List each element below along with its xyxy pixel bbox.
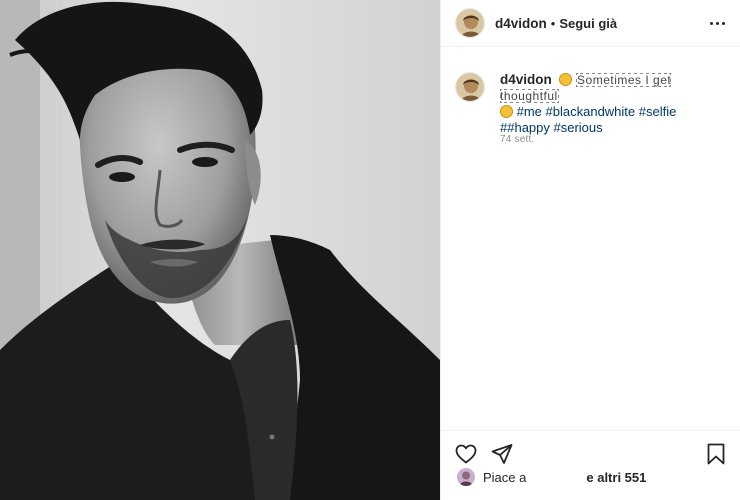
likes-prefix: Piace a	[483, 469, 527, 485]
likes-count-link[interactable]: e altri 551	[586, 470, 646, 485]
separator-dot: •	[550, 15, 556, 31]
avatar[interactable]	[455, 8, 485, 38]
caption-username[interactable]: d4vidon	[500, 72, 552, 87]
username-link[interactable]: d4vidon	[495, 16, 547, 31]
post-timestamp[interactable]: 74 sett.	[500, 134, 534, 145]
post-header: d4vidon • Segui già	[441, 0, 740, 47]
caption-body: d4vidon Sometimes I get thoughtful #me #…	[500, 72, 730, 136]
caption-avatar[interactable]	[455, 72, 485, 102]
post-sidebar: d4vidon • Segui già d4vidon Sometimes I …	[440, 0, 740, 500]
post-caption: d4vidon Sometimes I get thoughtful #me #…	[455, 72, 730, 136]
selfie-image	[0, 0, 440, 500]
paper-plane-icon[interactable]	[489, 441, 515, 467]
following-button[interactable]: Segui già	[559, 16, 617, 31]
post-container: d4vidon • Segui già d4vidon Sometimes I …	[0, 0, 740, 500]
pensive-emoji-icon	[559, 73, 573, 86]
likes-summary: Piace a e altri 551	[457, 468, 646, 486]
liker-avatar[interactable]	[457, 468, 475, 486]
winking-emoji-icon	[500, 105, 513, 118]
more-options-icon[interactable]	[706, 13, 728, 33]
bookmark-icon[interactable]	[703, 441, 729, 467]
hashtags-line-2[interactable]: ##happy #serious	[500, 120, 603, 135]
post-photo[interactable]	[0, 0, 440, 500]
hashtags-line-1[interactable]: #me #blackandwhite #selfie	[517, 104, 677, 119]
heart-icon[interactable]	[453, 441, 479, 467]
